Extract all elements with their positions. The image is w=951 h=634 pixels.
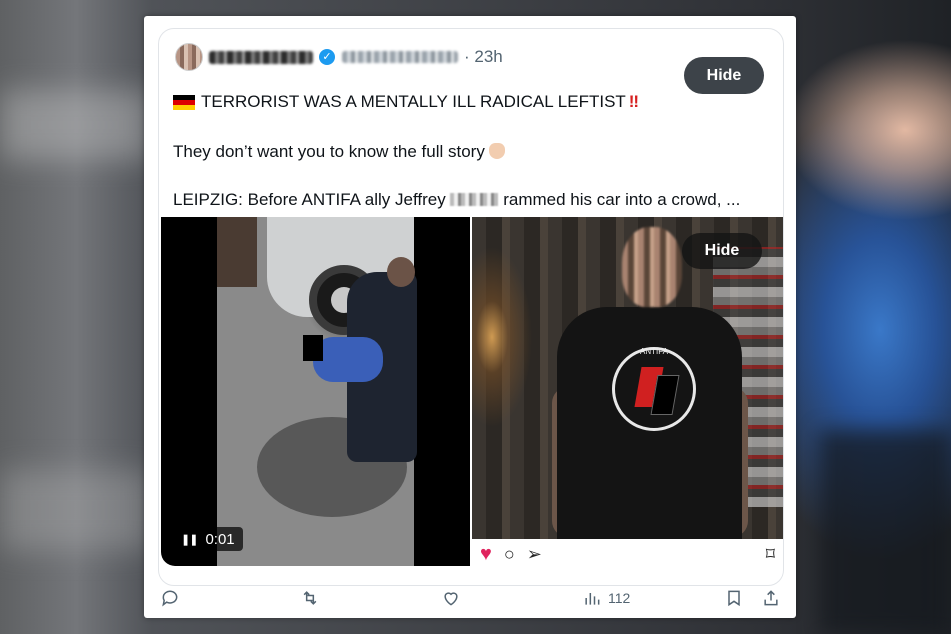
post-body-end: rammed his car into a crowd, ... <box>503 190 741 209</box>
avatar[interactable] <box>175 43 203 71</box>
bystander-legs <box>217 217 257 287</box>
double-exclamation-icon: ‼ <box>628 92 640 111</box>
bookmark-icon[interactable]: ⌑ <box>766 545 775 563</box>
post-headline: TERRORIST WAS A MENTALLY ILL RADICAL LEF… <box>201 92 626 111</box>
repost-button[interactable] <box>300 586 320 610</box>
share-icon <box>764 590 778 606</box>
redacted-surname <box>450 193 499 206</box>
video-timestamp: 0:01 <box>205 530 235 548</box>
background-shadow <box>820 430 951 634</box>
pointing-down-hand-icon <box>488 143 505 159</box>
video-media[interactable]: ❚❚ 0:01 <box>161 217 470 566</box>
germany-flag-icon <box>173 94 195 110</box>
background-highlight <box>0 470 150 550</box>
blurred-handle[interactable] <box>342 51 458 63</box>
photo-hide-button[interactable]: Hide <box>682 233 762 269</box>
video-frame <box>217 217 417 566</box>
pixelated-face <box>622 227 682 307</box>
post-body-start: LEIPZIG: Before ANTIFA ally Jeffrey <box>173 190 446 209</box>
views-count: 112 <box>608 590 631 606</box>
heart-filled-icon[interactable]: ♥ <box>480 544 492 564</box>
post-text-line-3: LEIPZIG: Before ANTIFA ally Jeffrey ramm… <box>173 190 773 210</box>
verified-badge-icon: ✓ <box>319 49 335 65</box>
background-highlight <box>0 90 150 160</box>
reply-button[interactable] <box>160 586 180 610</box>
post-text-line-1: TERRORIST WAS A MENTALLY ILL RADICAL LEF… <box>173 92 773 112</box>
post-subline: They don’t want you to know the full sto… <box>173 142 485 161</box>
post-header: ✓ · 23h <box>175 43 503 71</box>
post-action-bar: 112 <box>158 586 784 610</box>
repost-icon <box>303 591 317 605</box>
views-button[interactable]: 112 <box>582 586 630 610</box>
bar-chart-icon <box>585 593 600 605</box>
reply-icon <box>162 590 178 607</box>
video-timer[interactable]: ❚❚ 0:01 <box>173 527 243 551</box>
post-time[interactable]: · 23h <box>464 47 503 67</box>
detained-person <box>313 337 383 382</box>
comment-icon[interactable]: ○ <box>504 545 515 563</box>
bookmark-button[interactable] <box>724 586 744 610</box>
officer-head <box>387 257 415 287</box>
screenshot-card: ✓ · 23h Hide TERRORIST WAS A MENTALLY IL… <box>144 16 796 618</box>
post-text-line-2: They don’t want you to know the full sto… <box>173 142 773 162</box>
embedded-instagram-actions: ♥ ○ ➢ ⌑ <box>472 539 783 569</box>
pause-icon[interactable]: ❚❚ <box>181 533 198 546</box>
censor-bar <box>303 335 323 361</box>
blurred-display-name[interactable] <box>209 50 313 64</box>
share-plane-icon[interactable]: ➢ <box>527 545 542 563</box>
hide-button[interactable]: Hide <box>684 57 764 94</box>
heart-icon <box>444 592 458 606</box>
share-button[interactable] <box>761 586 781 610</box>
like-button[interactable] <box>441 586 461 610</box>
logo-text-top: ANTIFA <box>639 347 668 356</box>
photo-media[interactable]: ANTIFA Hide <box>472 217 783 539</box>
social-post: ✓ · 23h Hide TERRORIST WAS A MENTALLY IL… <box>158 28 784 586</box>
bookmark-outline-icon <box>728 590 740 607</box>
